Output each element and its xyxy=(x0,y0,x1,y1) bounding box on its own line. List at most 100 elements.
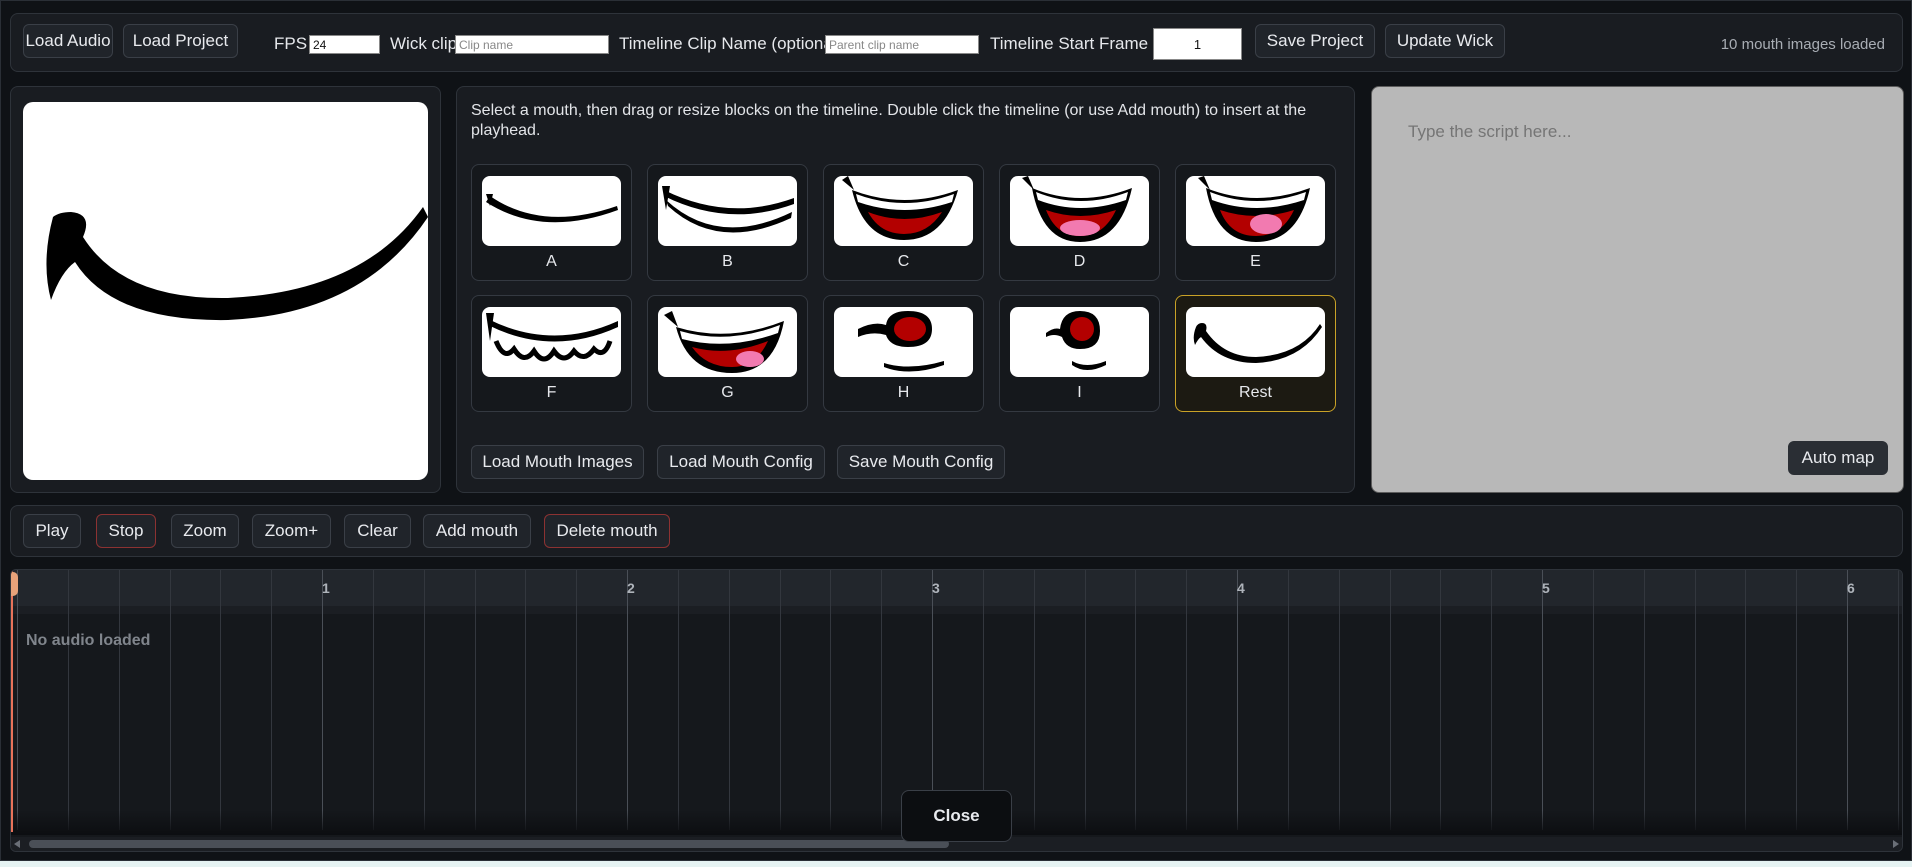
timeline-second-1: 1 xyxy=(322,580,330,596)
timeline-frame-line xyxy=(780,570,781,830)
timeline-frame-line xyxy=(576,570,577,830)
mouth-e-icon xyxy=(1198,176,1310,242)
timeline-frame-line xyxy=(1085,570,1086,830)
scroll-left-arrow-icon[interactable] xyxy=(14,840,20,848)
timeline-second-line xyxy=(1847,570,1848,830)
playback-controls: Play Stop Zoom Zoom+ Clear Add mouth Del… xyxy=(10,505,1903,557)
delete-mouth-button[interactable]: Delete mouth xyxy=(544,514,670,548)
close-button[interactable]: Close xyxy=(901,790,1012,842)
timeline-frame-line xyxy=(830,570,831,830)
add-mouth-button[interactable]: Add mouth xyxy=(423,514,531,548)
timeline-frame-line xyxy=(271,570,272,830)
timeline-frame-line xyxy=(1796,570,1797,830)
timeline-frame-line xyxy=(1186,570,1187,830)
save-mouth-config-button[interactable]: Save Mouth Config xyxy=(837,445,1005,479)
timeline-frame-line xyxy=(881,570,882,830)
status-text: 10 mouth images loaded xyxy=(1720,36,1885,53)
mouth-card-h[interactable]: H xyxy=(823,295,984,412)
scrollbar-thumb[interactable] xyxy=(29,840,949,848)
mouth-card-a[interactable]: A xyxy=(471,164,632,281)
mouth-label: B xyxy=(722,253,733,270)
mouth-rest-preview-icon xyxy=(46,207,428,321)
mouth-h-icon xyxy=(858,311,944,372)
timeline-frame-line xyxy=(119,570,120,830)
clear-button[interactable]: Clear xyxy=(344,514,411,548)
mouth-label: G xyxy=(721,384,734,401)
mouth-label: D xyxy=(1073,253,1086,270)
save-project-button[interactable]: Save Project xyxy=(1255,24,1375,58)
timeline-frame-line xyxy=(1491,570,1492,830)
zoom-in-button[interactable]: Zoom+ xyxy=(252,514,331,548)
mouth-label: Rest xyxy=(1239,384,1272,401)
instructions-text: Select a mouth, then drag or resize bloc… xyxy=(471,102,1307,139)
mouth-panel: Select a mouth, then drag or resize bloc… xyxy=(456,86,1355,493)
mouth-d-icon xyxy=(1022,176,1132,242)
wick-clip-label: Wick clip xyxy=(390,34,458,53)
mouth-card-d[interactable]: D xyxy=(999,164,1160,281)
top-toolbar: Load Audio Load Project FPS Wick clip Ti… xyxy=(10,13,1903,72)
mouth-card-g[interactable]: G xyxy=(647,295,808,412)
mouth-label: H xyxy=(897,384,910,401)
timeline-frame-line xyxy=(1745,570,1746,830)
timeline-frame-line xyxy=(1135,570,1136,830)
load-mouth-config-button[interactable]: Load Mouth Config xyxy=(657,445,825,479)
mouth-f-icon xyxy=(486,313,618,362)
timeline-frame-line xyxy=(1034,570,1035,830)
mouth-i-icon xyxy=(1046,311,1106,370)
timeline-second-2: 2 xyxy=(627,580,635,596)
timeline-frame-line xyxy=(1593,570,1594,830)
timeline-frame-line xyxy=(424,570,425,830)
timeline-frame-line xyxy=(1288,570,1289,830)
timeline-frame-line xyxy=(1898,570,1899,830)
timeline-second-line xyxy=(1542,570,1543,830)
timeline-clip-label: Timeline Clip Name (optional) xyxy=(619,34,843,53)
stop-button[interactable]: Stop xyxy=(96,514,156,548)
mouth-card-f[interactable]: F xyxy=(471,295,632,412)
mouth-card-rest[interactable]: Rest xyxy=(1175,295,1336,412)
playhead-handle[interactable] xyxy=(11,572,18,596)
timeline-second-4: 4 xyxy=(1237,580,1245,596)
mouth-label: F xyxy=(546,384,557,401)
mouth-a-icon xyxy=(486,194,618,223)
timeline-frame-line xyxy=(525,570,526,830)
load-project-button[interactable]: Load Project xyxy=(123,24,238,58)
update-wick-button[interactable]: Update Wick xyxy=(1385,24,1505,58)
timeline-frame-line xyxy=(220,570,221,830)
load-mouth-images-button[interactable]: Load Mouth Images xyxy=(471,445,644,479)
timeline-frame-line xyxy=(475,570,476,830)
start-frame-input[interactable] xyxy=(1153,28,1242,60)
timeline-frame-line xyxy=(1339,570,1340,830)
start-frame-label: Timeline Start Frame xyxy=(990,34,1149,53)
scroll-right-arrow-icon[interactable] xyxy=(1893,840,1899,848)
timeline-second-line xyxy=(17,570,18,830)
auto-map-button[interactable]: Auto map xyxy=(1788,441,1888,475)
timeline-frame-line xyxy=(1390,570,1391,830)
play-button[interactable]: Play xyxy=(23,514,81,548)
mouth-card-e[interactable]: E xyxy=(1175,164,1336,281)
mouth-rest-icon xyxy=(1193,323,1322,363)
preview-panel xyxy=(10,86,441,493)
mouth-card-b[interactable]: B xyxy=(647,164,808,281)
timeline-second-6: 6 xyxy=(1847,580,1855,596)
mouth-b-icon xyxy=(662,186,794,233)
load-audio-button[interactable]: Load Audio xyxy=(23,24,113,58)
script-textarea[interactable] xyxy=(1372,87,1903,492)
no-audio-text: No audio loaded xyxy=(26,632,151,649)
timeline-frame-line xyxy=(373,570,374,830)
zoom-out-button[interactable]: Zoom xyxy=(171,514,239,548)
mouth-label: E xyxy=(1250,253,1261,270)
mouth-label: I xyxy=(1077,384,1082,401)
mouth-card-i[interactable]: I xyxy=(999,295,1160,412)
timeline-frame-line xyxy=(170,570,171,830)
fps-input[interactable] xyxy=(309,35,380,54)
timeline-clip-input[interactable] xyxy=(825,35,979,54)
timeline-second-3: 3 xyxy=(932,580,940,596)
wick-clip-input[interactable] xyxy=(455,35,609,54)
timeline-second-line xyxy=(1237,570,1238,830)
timeline-second-line xyxy=(322,570,323,830)
timeline-frame-line xyxy=(678,570,679,830)
mouth-card-c[interactable]: C xyxy=(823,164,984,281)
playhead-line[interactable] xyxy=(11,570,13,832)
timeline-second-5: 5 xyxy=(1542,580,1550,596)
mouth-preview xyxy=(23,102,428,480)
